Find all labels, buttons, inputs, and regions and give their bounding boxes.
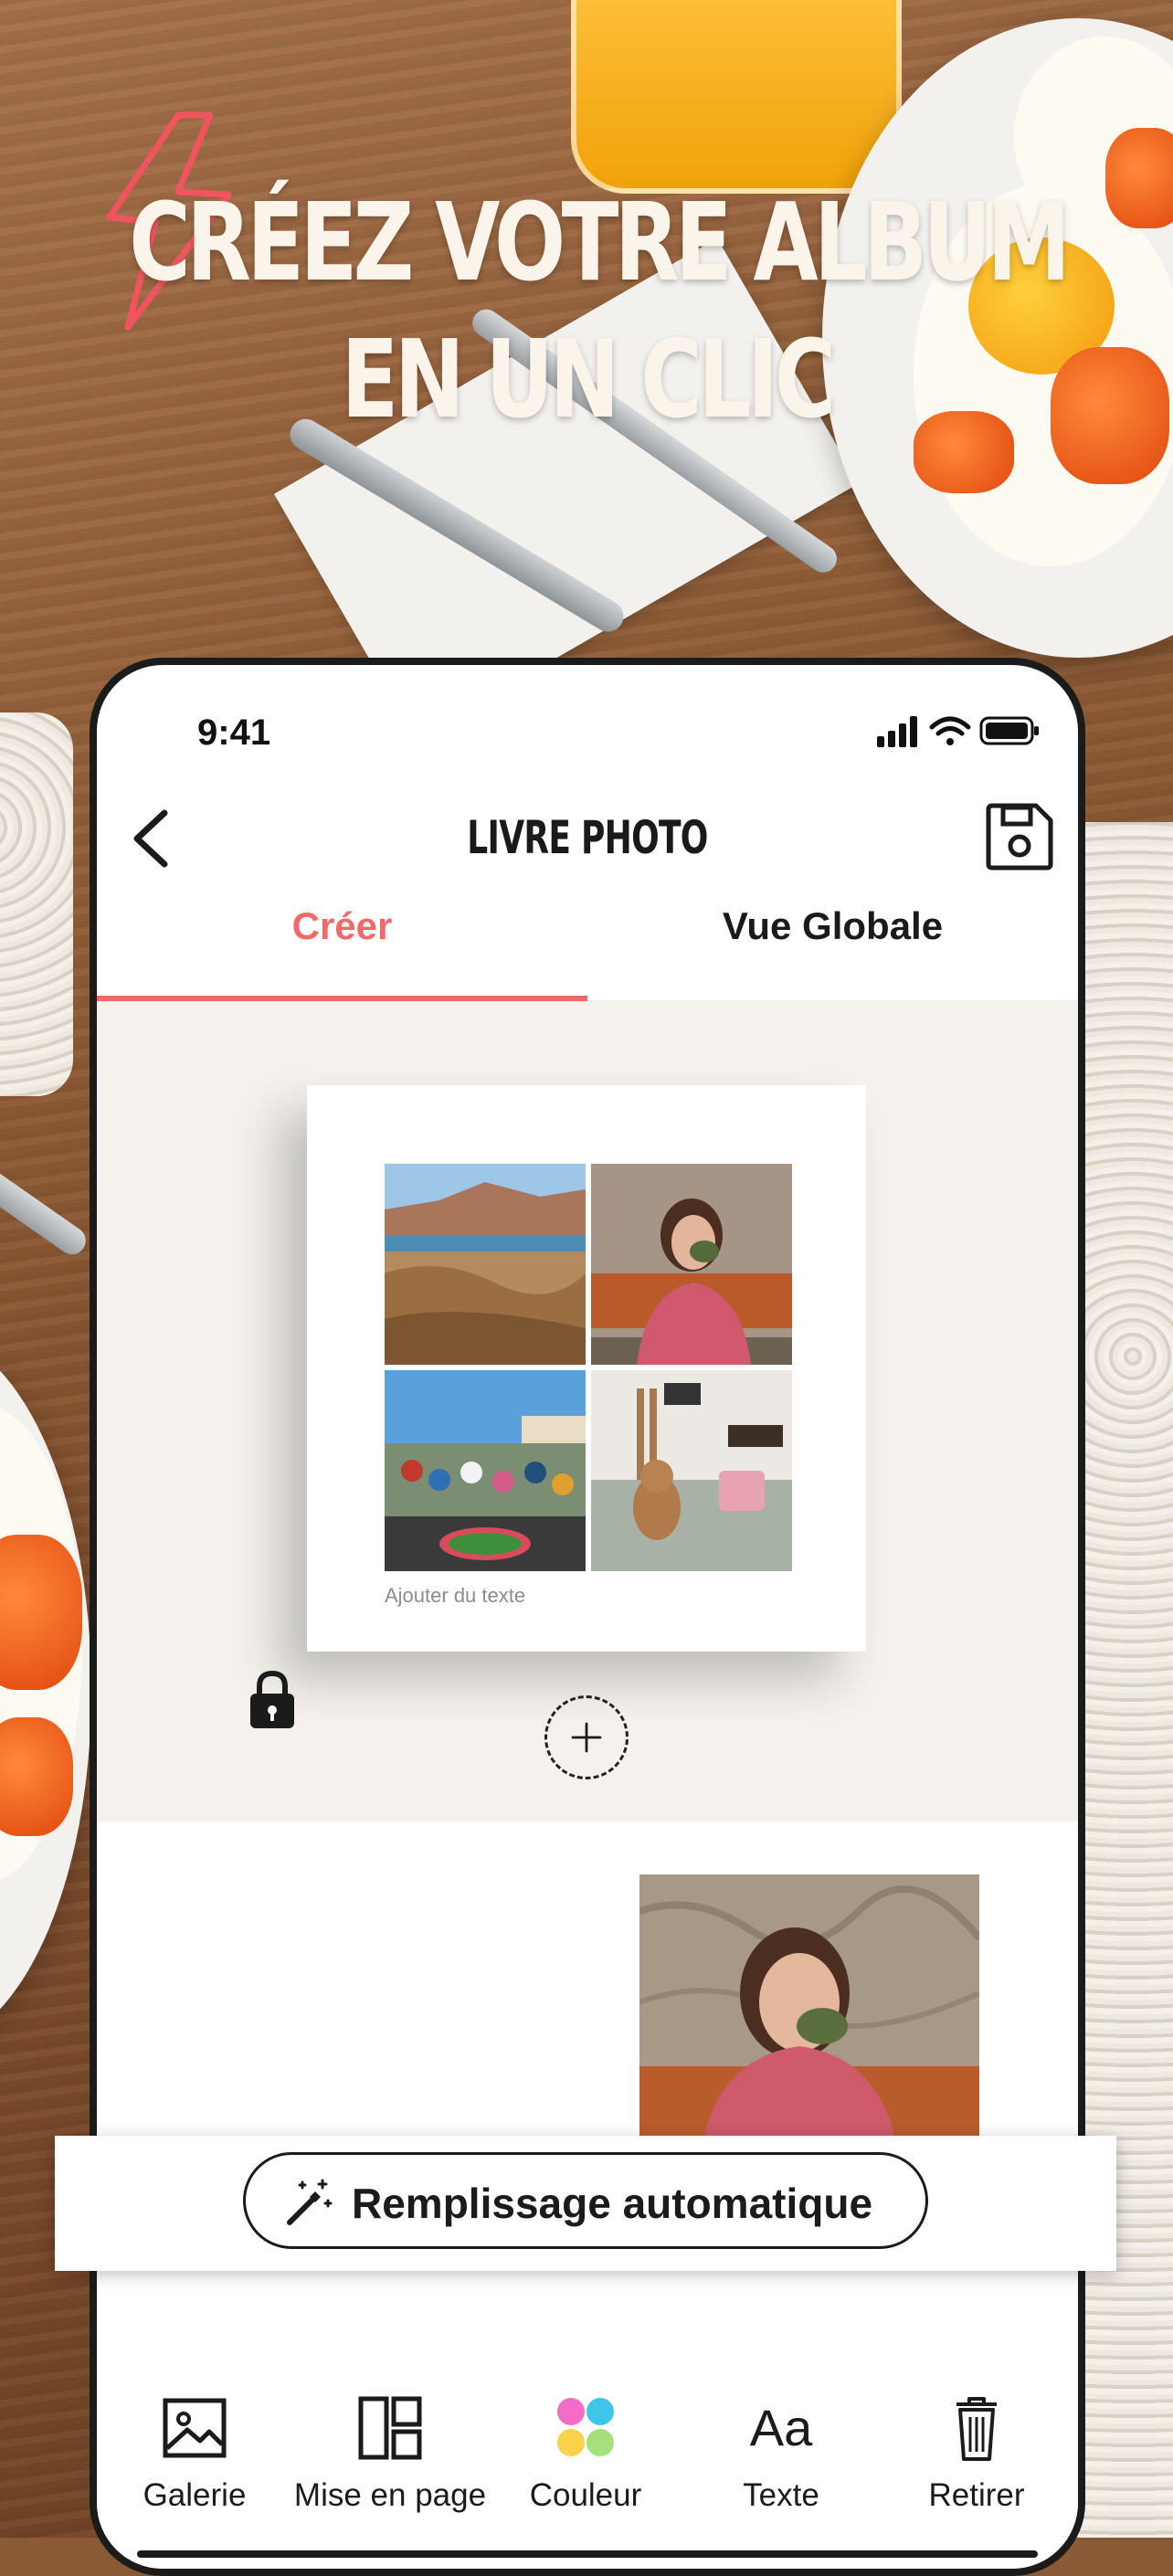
tool-color-label: Couleur xyxy=(529,2477,642,2513)
tab-create[interactable]: Créer xyxy=(97,904,587,948)
lock-icon xyxy=(250,1670,294,1728)
add-page-button[interactable] xyxy=(544,1695,629,1779)
next-page-photo[interactable] xyxy=(639,1874,979,2139)
status-icons xyxy=(877,716,1039,747)
photo-dog[interactable] xyxy=(591,1370,792,1571)
magic-wand-icon xyxy=(287,2179,333,2225)
tool-remove[interactable]: Retirer xyxy=(879,2391,1074,2514)
home-indicator xyxy=(137,2550,1038,2558)
wifi-icon xyxy=(929,716,971,745)
editor-canvas: Ajouter du texte xyxy=(97,1001,1078,1821)
photo-landscape[interactable] xyxy=(385,1164,586,1365)
tool-text-label: Texte xyxy=(743,2477,819,2513)
page-title: LIVRE PHOTO xyxy=(467,811,708,864)
album-page[interactable]: Ajouter du texte xyxy=(307,1085,866,1652)
status-time: 9:41 xyxy=(197,713,271,753)
phone-frame: 9:41 LIVRE PHOTO Créer Vue Globale Ajout… xyxy=(90,658,1085,2576)
tool-text[interactable]: Aa Texte xyxy=(683,2391,879,2514)
bottom-toolbar: Galerie Mise en page Couleur Aa Texte Re… xyxy=(97,2282,1078,2569)
image-icon xyxy=(163,2398,227,2458)
save-icon[interactable] xyxy=(983,800,1056,873)
phone-screen: 9:41 LIVRE PHOTO Créer Vue Globale Ajout… xyxy=(97,665,1078,2569)
caption-placeholder[interactable]: Ajouter du texte xyxy=(385,1584,525,1608)
tool-color[interactable]: Couleur xyxy=(488,2391,683,2514)
tool-remove-label: Retirer xyxy=(928,2477,1025,2513)
photo-party[interactable] xyxy=(385,1370,586,1571)
headline-line-2: EN UN CLIC xyxy=(341,316,837,442)
layout-icon xyxy=(358,2396,422,2460)
color-palette-icon xyxy=(557,2398,614,2456)
tool-gallery-label: Galerie xyxy=(143,2477,247,2513)
trash-icon xyxy=(956,2397,997,2461)
photo-portrait[interactable] xyxy=(591,1164,792,1365)
text-icon: Aa xyxy=(749,2399,813,2456)
auto-fill-button[interactable]: Remplissage automatique xyxy=(243,2152,928,2249)
back-chevron-icon[interactable] xyxy=(122,802,177,875)
headline-line-1: CRÉEZ VOTRE ALBUM xyxy=(129,179,1071,305)
signal-icon xyxy=(877,716,917,747)
auto-fill-bar: Remplissage automatique xyxy=(55,2136,1116,2271)
auto-fill-label: Remplissage automatique xyxy=(352,2180,873,2227)
tool-layout-label: Mise en page xyxy=(293,2477,487,2513)
tool-layout[interactable]: Mise en page xyxy=(292,2391,488,2514)
tool-gallery[interactable]: Galerie xyxy=(97,2391,292,2514)
headline: CRÉEZ VOTRE ALBUM EN UN CLIC xyxy=(129,174,1071,448)
tab-overview[interactable]: Vue Globale xyxy=(587,904,1078,948)
battery-icon xyxy=(979,716,1039,745)
